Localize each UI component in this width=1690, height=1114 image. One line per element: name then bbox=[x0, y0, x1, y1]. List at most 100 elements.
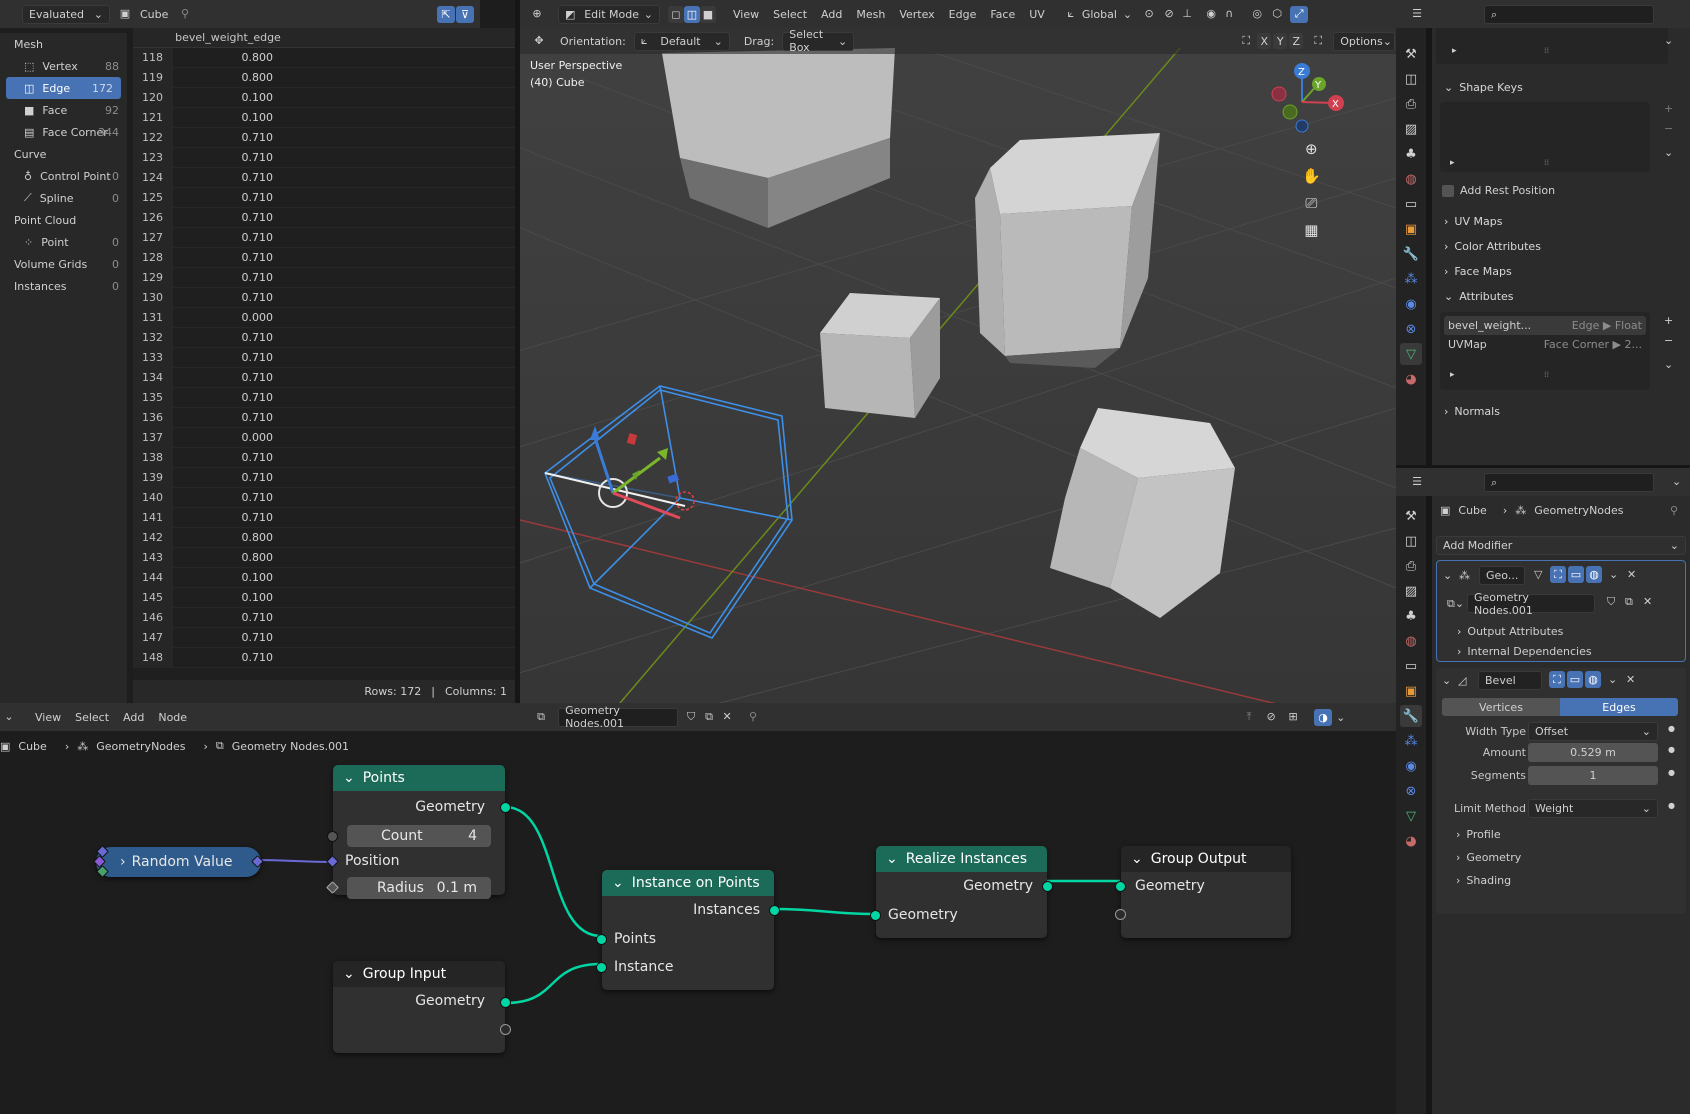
duplicate-icon[interactable]: ⧉ bbox=[702, 710, 716, 724]
particles-tab-icon[interactable]: ⁂ bbox=[1400, 268, 1422, 290]
properties-search-field[interactable]: ⌕ bbox=[1484, 5, 1654, 24]
edge-select-icon[interactable]: ◫ bbox=[684, 5, 700, 23]
mirror-z-toggle[interactable]: Z bbox=[1289, 33, 1304, 49]
section-normals[interactable]: › Normals bbox=[1432, 398, 1690, 423]
chevron-down-icon[interactable]: ⌄ bbox=[1609, 568, 1618, 581]
world-tab-icon[interactable]: ◍ bbox=[1400, 168, 1422, 190]
domain-face[interactable]: ■ Face 92 bbox=[0, 99, 127, 121]
world-tab-icon[interactable]: ◍ bbox=[1400, 630, 1422, 652]
mirror-icon[interactable]: ⛶ bbox=[1239, 34, 1253, 48]
expand-icon[interactable]: ▸ bbox=[1452, 46, 1457, 56]
remove-icon[interactable]: − bbox=[1664, 334, 1673, 347]
resize-grip-icon[interactable]: ⁞⁞ bbox=[1544, 46, 1549, 55]
chevron-down-icon[interactable]: ⌄ bbox=[1443, 569, 1452, 582]
auto-merge-icon[interactable]: ⛶ bbox=[1311, 34, 1325, 48]
pin-icon[interactable]: ⚲ bbox=[1670, 504, 1678, 517]
menu-select[interactable]: Select bbox=[68, 707, 116, 727]
section-attributes[interactable]: ⌄ Attributes bbox=[1432, 283, 1690, 308]
keyframe-dot-icon[interactable]: ● bbox=[1668, 724, 1675, 733]
on-cage-icon[interactable]: ⛶ bbox=[1549, 671, 1565, 688]
render-display-icon[interactable]: ◍ bbox=[1585, 671, 1601, 688]
render-tab-icon[interactable]: ◫ bbox=[1400, 530, 1422, 552]
transform-orientation-value[interactable]: Global bbox=[1082, 8, 1117, 21]
camera-icon[interactable]: ⎚ bbox=[1302, 194, 1321, 212]
node-header[interactable]: ⌄ Realize Instances bbox=[876, 846, 1047, 872]
selected-only-icon[interactable]: ⇱ bbox=[437, 6, 455, 23]
duplicate-icon[interactable]: ⧉ bbox=[1625, 595, 1633, 609]
output-tab-icon[interactable]: ⎙ bbox=[1400, 93, 1422, 115]
overlay-icon[interactable]: ◑ bbox=[1314, 708, 1333, 726]
internal-dependencies-subpanel[interactable]: › Internal Dependencies bbox=[1457, 645, 1592, 658]
geometry-output-socket[interactable] bbox=[500, 997, 511, 1008]
collection-tab-icon[interactable]: ▭ bbox=[1400, 655, 1422, 677]
domain-mesh[interactable]: Mesh bbox=[0, 33, 127, 55]
close-icon[interactable]: ✕ bbox=[1626, 673, 1635, 686]
domain-volume-grids[interactable]: Volume Grids 0 bbox=[0, 253, 127, 275]
menu-add[interactable]: Add bbox=[116, 707, 151, 727]
close-icon[interactable]: ✕ bbox=[1627, 568, 1636, 581]
section-shape-keys[interactable]: ⌄ Shape Keys bbox=[1432, 74, 1690, 99]
filter-icon[interactable]: ⊽ bbox=[456, 6, 474, 23]
node-random-value[interactable]: › Random Value bbox=[93, 845, 264, 878]
drag-dropdown[interactable]: Select Box ⌄ bbox=[782, 28, 855, 54]
menu-face[interactable]: Face bbox=[983, 4, 1022, 24]
chevron-down-icon[interactable]: ⌄ bbox=[1672, 475, 1681, 488]
node-header[interactable]: ⌄ Group Input bbox=[333, 961, 505, 987]
domain-control-point[interactable]: ♁ Control Point 0 bbox=[0, 165, 127, 187]
domain-edge[interactable]: ◫ Edge 172 bbox=[6, 77, 121, 99]
particles-tab-icon[interactable]: ⁂ bbox=[1400, 730, 1422, 752]
pivot-icon[interactable]: ⊙ bbox=[1142, 7, 1156, 21]
tool-tab-icon[interactable]: ⚒ bbox=[1400, 43, 1422, 65]
geometry-output-socket[interactable] bbox=[500, 802, 511, 813]
properties-search-field[interactable]: ⌕ bbox=[1484, 473, 1654, 492]
modifier-tab-icon[interactable]: 🔧 bbox=[1400, 243, 1422, 265]
instance-input-socket[interactable] bbox=[596, 962, 607, 973]
physics-tab-icon[interactable]: ◉ bbox=[1400, 755, 1422, 777]
domain-point[interactable]: ⁘ Point 0 bbox=[0, 231, 127, 253]
keyframe-dot-icon[interactable]: ● bbox=[1668, 801, 1675, 810]
domain-instances[interactable]: Instances 0 bbox=[0, 275, 127, 297]
snap-icon[interactable]: ⊘ bbox=[1162, 7, 1176, 21]
add-modifier-dropdown[interactable]: Add Modifier ⌄ bbox=[1436, 536, 1686, 555]
add-rest-position-checkbox[interactable]: Add Rest Position bbox=[1442, 184, 1555, 197]
menu-edge[interactable]: Edge bbox=[942, 4, 984, 24]
radius-field[interactable]: Radius 0.1 m bbox=[347, 877, 491, 899]
viewport-display-icon[interactable]: ▭ bbox=[1567, 671, 1583, 688]
chevron-down-icon[interactable]: ⌄ bbox=[1664, 358, 1673, 371]
node-tree-icon[interactable]: ⧉⌄ bbox=[1447, 597, 1464, 611]
count-input-socket[interactable] bbox=[327, 831, 338, 842]
points-input-socket[interactable] bbox=[596, 934, 607, 945]
snap-icon[interactable]: ⊘ bbox=[1264, 710, 1278, 724]
domain-vertex[interactable]: ⬚ Vertex 88 bbox=[0, 55, 127, 77]
view-layer-tab-icon[interactable]: ▨ bbox=[1400, 118, 1422, 140]
visibility-icon[interactable]: ◎ bbox=[1250, 7, 1264, 21]
tool-tab-icon[interactable]: ⚒ bbox=[1400, 505, 1422, 527]
vertex-select-icon[interactable]: ◻ bbox=[668, 5, 684, 23]
options-dropdown[interactable]: Options ⌄ bbox=[1333, 31, 1396, 51]
data-tab-icon[interactable]: ▽ bbox=[1400, 805, 1422, 827]
domain-spline[interactable]: ⟋ Spline 0 bbox=[0, 187, 127, 209]
menu-uv[interactable]: UV bbox=[1022, 4, 1052, 24]
viewport-display-icon[interactable]: ▭ bbox=[1568, 566, 1584, 583]
object-tab-icon[interactable]: ▣ bbox=[1400, 218, 1422, 240]
falloff-icon[interactable]: ∩ bbox=[1222, 7, 1236, 21]
node-instance-on-points[interactable]: ⌄ Instance on Points Instances Points Ins… bbox=[596, 870, 780, 990]
output-attributes-subpanel[interactable]: › Output Attributes bbox=[1457, 625, 1563, 638]
overlay-icon[interactable]: ⤢ bbox=[1290, 5, 1309, 23]
node-group-output[interactable]: ⌄ Group Output Geometry bbox=[1115, 846, 1291, 938]
menu-view[interactable]: View bbox=[28, 707, 68, 727]
material-tab-icon[interactable]: ◕ bbox=[1400, 368, 1422, 390]
editor-type-icon[interactable]: ☰ bbox=[1410, 475, 1424, 489]
node-header[interactable]: ⌄ Instance on Points bbox=[602, 870, 774, 896]
constraints-tab-icon[interactable]: ⊗ bbox=[1400, 318, 1422, 340]
close-icon[interactable]: ✕ bbox=[1643, 595, 1652, 608]
section-uv-maps[interactable]: › UV Maps bbox=[1432, 208, 1690, 233]
chevron-down-icon[interactable]: ⌄ bbox=[1664, 146, 1673, 159]
output-tab-icon[interactable]: ⎙ bbox=[1400, 555, 1422, 577]
mirror-x-toggle[interactable]: X bbox=[1257, 33, 1272, 49]
count-field[interactable]: Count 4 bbox=[347, 825, 491, 847]
tab-edges[interactable]: Edges bbox=[1560, 698, 1678, 716]
add-icon[interactable]: + bbox=[1664, 314, 1673, 327]
menu-add[interactable]: Add bbox=[814, 4, 849, 24]
node-group-input[interactable]: ⌄ Group Input Geometry bbox=[333, 961, 511, 1053]
